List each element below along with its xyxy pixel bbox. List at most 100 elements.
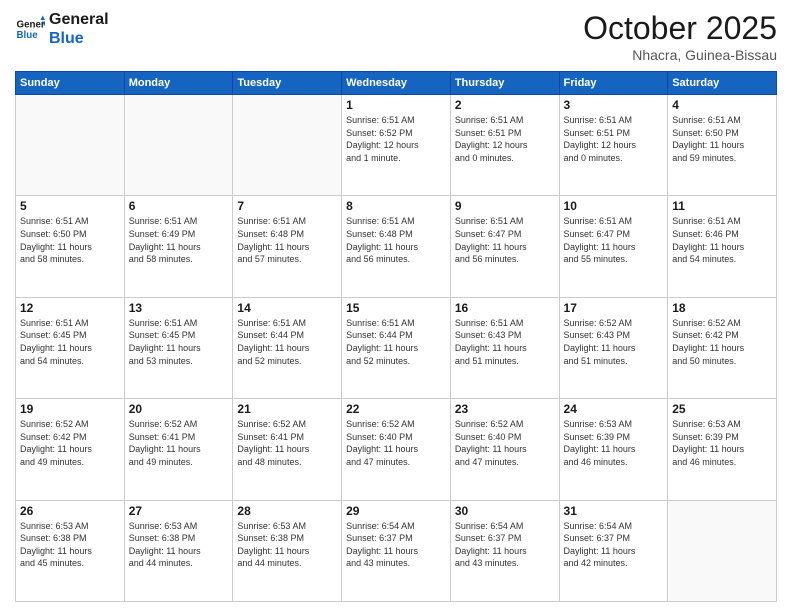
- calendar-cell: [668, 500, 777, 601]
- day-number: 10: [564, 199, 664, 213]
- day-info: Sunrise: 6:52 AMSunset: 6:40 PMDaylight:…: [455, 418, 555, 468]
- day-info: Sunrise: 6:53 AMSunset: 6:38 PMDaylight:…: [237, 520, 337, 570]
- day-number: 3: [564, 98, 664, 112]
- day-info: Sunrise: 6:52 AMSunset: 6:41 PMDaylight:…: [129, 418, 229, 468]
- logo-icon: General Blue: [15, 14, 45, 44]
- day-number: 28: [237, 504, 337, 518]
- day-info: Sunrise: 6:54 AMSunset: 6:37 PMDaylight:…: [346, 520, 446, 570]
- day-info: Sunrise: 6:53 AMSunset: 6:38 PMDaylight:…: [20, 520, 120, 570]
- day-number: 19: [20, 402, 120, 416]
- location: Nhacra, Guinea-Bissau: [583, 47, 777, 63]
- day-info: Sunrise: 6:51 AMSunset: 6:51 PMDaylight:…: [455, 114, 555, 164]
- day-number: 21: [237, 402, 337, 416]
- logo-blue-text: Blue: [49, 29, 109, 48]
- col-header-tuesday: Tuesday: [233, 72, 342, 95]
- col-header-monday: Monday: [124, 72, 233, 95]
- calendar-cell: 12Sunrise: 6:51 AMSunset: 6:45 PMDayligh…: [16, 297, 125, 398]
- col-header-saturday: Saturday: [668, 72, 777, 95]
- day-number: 12: [20, 301, 120, 315]
- calendar-cell: [124, 95, 233, 196]
- day-number: 18: [672, 301, 772, 315]
- day-info: Sunrise: 6:51 AMSunset: 6:50 PMDaylight:…: [672, 114, 772, 164]
- calendar-cell: 17 Sunrise: 6:52 AMSunset: 6:43 PMDayligh…: [559, 297, 668, 398]
- week-row-1: 1 Sunrise: 6:51 AMSunset: 6:52 PMDaylight…: [16, 95, 777, 196]
- day-number: 4: [672, 98, 772, 112]
- title-block: October 2025 Nhacra, Guinea-Bissau: [583, 10, 777, 63]
- calendar-cell: 5Sunrise: 6:51 AMSunset: 6:50 PMDaylight…: [16, 196, 125, 297]
- calendar-cell: 25Sunrise: 6:53 AMSunset: 6:39 PMDayligh…: [668, 399, 777, 500]
- calendar-cell: 4 Sunrise: 6:51 AMSunset: 6:50 PMDaylight…: [668, 95, 777, 196]
- day-info: Sunrise: 6:51 AMSunset: 6:47 PMDaylight:…: [455, 215, 555, 265]
- col-header-wednesday: Wednesday: [342, 72, 451, 95]
- day-number: 13: [129, 301, 229, 315]
- day-number: 23: [455, 402, 555, 416]
- svg-text:General: General: [17, 20, 46, 31]
- day-info: Sunrise: 6:51 AMSunset: 6:47 PMDaylight:…: [564, 215, 664, 265]
- calendar-cell: 21 Sunrise: 6:52 AMSunset: 6:41 PMDayligh…: [233, 399, 342, 500]
- calendar-cell: 20Sunrise: 6:52 AMSunset: 6:41 PMDayligh…: [124, 399, 233, 500]
- day-info: Sunrise: 6:52 AMSunset: 6:41 PMDaylight:…: [237, 418, 337, 468]
- day-number: 31: [564, 504, 664, 518]
- logo: General Blue General Blue: [15, 10, 109, 48]
- calendar-cell: 24Sunrise: 6:53 AMSunset: 6:39 PMDayligh…: [559, 399, 668, 500]
- calendar-cell: 31Sunrise: 6:54 AMSunset: 6:37 PMDayligh…: [559, 500, 668, 601]
- calendar-cell: 3 Sunrise: 6:51 AMSunset: 6:51 PMDaylight…: [559, 95, 668, 196]
- calendar-table: SundayMondayTuesdayWednesdayThursdayFrid…: [15, 71, 777, 602]
- day-number: 6: [129, 199, 229, 213]
- day-info: Sunrise: 6:53 AMSunset: 6:39 PMDaylight:…: [564, 418, 664, 468]
- day-info: Sunrise: 6:51 AMSunset: 6:48 PMDaylight:…: [346, 215, 446, 265]
- calendar-cell: 16 Sunrise: 6:51 AMSunset: 6:43 PMDayligh…: [450, 297, 559, 398]
- day-info: Sunrise: 6:51 AMSunset: 6:52 PMDaylight:…: [346, 114, 446, 164]
- day-info: Sunrise: 6:51 AMSunset: 6:44 PMDaylight:…: [237, 317, 337, 367]
- week-row-3: 12 Sunrise: 6:51 AMSunset: 6:45 PMDayligh…: [16, 297, 777, 398]
- day-number: 22: [346, 402, 446, 416]
- day-info: Sunrise: 6:51 AMSunset: 6:48 PMDaylight:…: [237, 215, 337, 265]
- day-number: 9: [455, 199, 555, 213]
- day-number: 29: [346, 504, 446, 518]
- calendar-cell: 7 Sunrise: 6:51 AMSunset: 6:48 PMDaylight…: [233, 196, 342, 297]
- day-number: 16: [455, 301, 555, 315]
- day-number: 11: [672, 199, 772, 213]
- day-info: Sunrise: 6:51 AMSunset: 6:43 PMDaylight:…: [455, 317, 555, 367]
- day-info: Sunrise: 6:52 AMSunset: 6:43 PMDaylight:…: [564, 317, 664, 367]
- day-info: Sunrise: 6:52 AMSunset: 6:42 PMDaylight:…: [20, 418, 120, 468]
- day-info: Sunrise: 6:51 AMSunset: 6:51 PMDaylight:…: [564, 114, 664, 164]
- day-number: 14: [237, 301, 337, 315]
- day-info: Sunrise: 6:54 AMSunset: 6:37 PMDaylight:…: [455, 520, 555, 570]
- calendar-cell: 14 Sunrise: 6:51 AMSunset: 6:44 PMDayligh…: [233, 297, 342, 398]
- day-info: Sunrise: 6:51 AMSunset: 6:45 PMDaylight:…: [129, 317, 229, 367]
- calendar-cell: 28 Sunrise: 6:53 AMSunset: 6:38 PMDayligh…: [233, 500, 342, 601]
- logo-general-text: General: [49, 10, 109, 29]
- col-header-thursday: Thursday: [450, 72, 559, 95]
- calendar-cell: 23 Sunrise: 6:52 AMSunset: 6:40 PMDayligh…: [450, 399, 559, 500]
- day-number: 27: [129, 504, 229, 518]
- calendar-cell: 10 Sunrise: 6:51 AMSunset: 6:47 PMDayligh…: [559, 196, 668, 297]
- day-info: Sunrise: 6:53 AMSunset: 6:38 PMDaylight:…: [129, 520, 229, 570]
- day-number: 15: [346, 301, 446, 315]
- calendar-cell: 6 Sunrise: 6:51 AMSunset: 6:49 PMDaylight…: [124, 196, 233, 297]
- day-info: Sunrise: 6:51 AMSunset: 6:50 PMDaylight:…: [20, 215, 120, 265]
- day-number: 8: [346, 199, 446, 213]
- day-number: 17: [564, 301, 664, 315]
- calendar-cell: 1 Sunrise: 6:51 AMSunset: 6:52 PMDaylight…: [342, 95, 451, 196]
- calendar-cell: 9 Sunrise: 6:51 AMSunset: 6:47 PMDaylight…: [450, 196, 559, 297]
- day-info: Sunrise: 6:52 AMSunset: 6:42 PMDaylight:…: [672, 317, 772, 367]
- page: General Blue General Blue October 2025 N…: [0, 0, 792, 612]
- calendar-cell: 18 Sunrise: 6:52 AMSunset: 6:42 PMDayligh…: [668, 297, 777, 398]
- calendar-cell: 2Sunrise: 6:51 AMSunset: 6:51 PMDaylight…: [450, 95, 559, 196]
- day-number: 1: [346, 98, 446, 112]
- day-number: 25: [672, 402, 772, 416]
- svg-text:Blue: Blue: [17, 30, 39, 41]
- month-title: October 2025: [583, 10, 777, 47]
- col-header-sunday: Sunday: [16, 72, 125, 95]
- week-row-5: 26Sunrise: 6:53 AMSunset: 6:38 PMDayligh…: [16, 500, 777, 601]
- calendar-cell: 22Sunrise: 6:52 AMSunset: 6:40 PMDayligh…: [342, 399, 451, 500]
- week-row-4: 19 Sunrise: 6:52 AMSunset: 6:42 PMDayligh…: [16, 399, 777, 500]
- calendar-cell: [233, 95, 342, 196]
- calendar-cell: 30Sunrise: 6:54 AMSunset: 6:37 PMDayligh…: [450, 500, 559, 601]
- day-info: Sunrise: 6:51 AMSunset: 6:44 PMDaylight:…: [346, 317, 446, 367]
- day-number: 7: [237, 199, 337, 213]
- week-row-2: 5Sunrise: 6:51 AMSunset: 6:50 PMDaylight…: [16, 196, 777, 297]
- calendar-cell: 13 Sunrise: 6:51 AMSunset: 6:45 PMDayligh…: [124, 297, 233, 398]
- day-info: Sunrise: 6:51 AMSunset: 6:49 PMDaylight:…: [129, 215, 229, 265]
